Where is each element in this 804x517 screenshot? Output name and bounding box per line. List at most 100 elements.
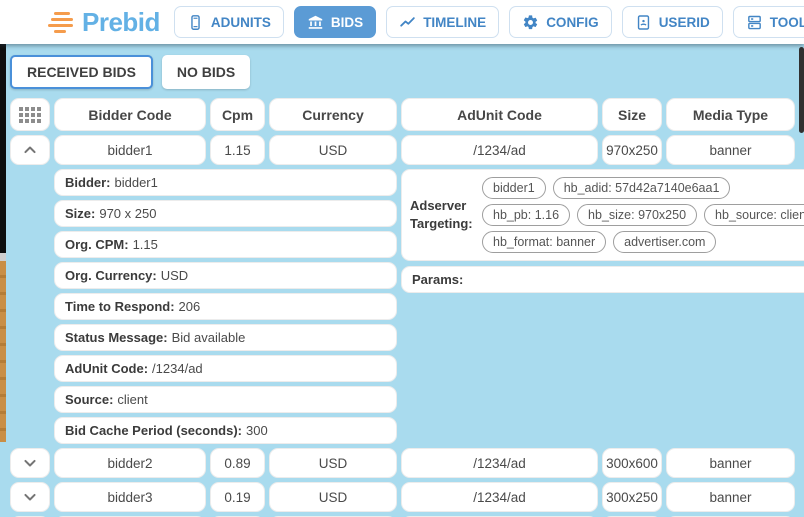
- detail-field-value: 300: [246, 423, 268, 438]
- detail-field: Time to Respond: 206: [54, 293, 397, 320]
- size-cell: 970x250: [602, 135, 662, 165]
- targeting-chip: hb_size: 970x250: [577, 204, 697, 226]
- currency-cell: USD: [269, 482, 397, 512]
- detail-field: Bidder: bidder1: [54, 169, 397, 196]
- detail-field-value: 970 x 250: [99, 206, 156, 221]
- targeting-chip: hb_format: banner: [482, 231, 606, 253]
- expand-toggle-button[interactable]: [10, 448, 50, 478]
- targeting-chip: hb_adid: 57d42a7140e6aa1: [553, 177, 731, 199]
- targeting-chip-row: hb_pb: 1.16 hb_size: 970x250 hb_source: cl…: [482, 204, 804, 226]
- bids-table: Bidder CodeCpmCurrencyAdUnit CodeSizeMed…: [10, 98, 795, 517]
- column-header: Cpm: [210, 98, 265, 131]
- targeting-chip: bidder1: [482, 177, 546, 199]
- size-cell: 300x600: [602, 448, 662, 478]
- detail-field: Source: client: [54, 386, 397, 413]
- detail-field-value: Bid available: [172, 330, 246, 345]
- stack-icon: [746, 14, 763, 31]
- cpm-cell: 0.89: [210, 448, 265, 478]
- expand-toggle-button[interactable]: [10, 482, 50, 512]
- received-bids-tab[interactable]: RECEIVED BIDS: [10, 55, 153, 89]
- column-header: AdUnit Code: [401, 98, 598, 131]
- nav-tab-label: ADUNITS: [211, 15, 271, 30]
- adunit-code-cell: /1234/ad: [401, 448, 598, 478]
- adunit-code-cell: /1234/ad: [401, 135, 598, 165]
- targeting-chip: advertiser.com: [613, 231, 716, 253]
- targeting-chip-row: bidder1 hb_adid: 57d42a7140e6aa1: [482, 177, 804, 199]
- media-type-cell: banner: [666, 135, 795, 165]
- adserver-targeting-label: Adserver Targeting:: [410, 197, 474, 232]
- detail-field-label: Org. Currency:: [65, 268, 157, 283]
- column-header: Bidder Code: [54, 98, 206, 131]
- detail-field: Size: 970 x 250: [54, 200, 397, 227]
- detail-field: Org. CPM: 1.15: [54, 231, 397, 258]
- nav-tab-label: TOOLS: [770, 15, 804, 30]
- nav-tab-label: TIMELINE: [423, 15, 486, 30]
- gear-icon: [522, 14, 539, 31]
- bid-row: bidder30.19USD/1234/ad300x250banner: [10, 482, 795, 512]
- detail-field-label: AdUnit Code:: [65, 361, 148, 376]
- adserver-targeting-box: Adserver Targeting: bidder1 hb_adid: 57d42…: [401, 169, 804, 261]
- bid-row: bidder11.15USD/1234/ad970x250banner: [10, 135, 795, 165]
- scrollbar-thumb[interactable]: [799, 47, 804, 133]
- params-box: Params:: [401, 266, 804, 293]
- targeting-chip: hb_source: client: [704, 204, 804, 226]
- bids-page: RECEIVED BIDS NO BIDS Bidder CodeCpmCurr…: [0, 44, 804, 517]
- bid-detail-fields: Bidder: bidder1 Size: 970 x 250 Org. CPM: 1.1…: [54, 169, 397, 444]
- detail-field-value: /1234/ad: [152, 361, 203, 376]
- smartphone-icon: [187, 14, 204, 31]
- nav-tabs: ADUNITS BIDS TIMELINE CONFIG USERID TOOLS: [174, 6, 804, 38]
- detail-field-value: bidder1: [115, 175, 158, 190]
- expand-toggle-button[interactable]: [10, 135, 50, 165]
- cpm-cell: 1.15: [210, 135, 265, 165]
- nav-tab-bids[interactable]: BIDS: [294, 6, 376, 38]
- column-manager-button[interactable]: [10, 98, 50, 131]
- detail-field: Org. Currency: USD: [54, 262, 397, 289]
- targeting-chip: hb_pb: 1.16: [482, 204, 570, 226]
- no-bids-tab[interactable]: NO BIDS: [162, 55, 250, 89]
- bidder-code-cell: bidder2: [54, 448, 206, 478]
- prebid-logo-text: Prebid: [82, 7, 160, 38]
- adunit-code-cell: /1234/ad: [401, 482, 598, 512]
- detail-field-label: Bidder:: [65, 175, 111, 190]
- nav-tab-userid[interactable]: USERID: [622, 6, 723, 38]
- grid-icon: [19, 107, 41, 123]
- prebid-logo-icon: [48, 12, 73, 33]
- detail-field-label: Time to Respond:: [65, 299, 175, 314]
- nav-tab-config[interactable]: CONFIG: [509, 6, 612, 38]
- currency-cell: USD: [269, 135, 397, 165]
- bid-filter-tabs: RECEIVED BIDS NO BIDS: [10, 55, 795, 89]
- currency-cell: USD: [269, 448, 397, 478]
- bank-icon: [307, 14, 324, 31]
- detail-field-value: client: [117, 392, 147, 407]
- detail-field-label: Size:: [65, 206, 95, 221]
- line-chart-icon: [399, 14, 416, 31]
- media-type-cell: banner: [666, 482, 795, 512]
- detail-field-value: USD: [161, 268, 188, 283]
- id-document-icon: [635, 14, 652, 31]
- bidder-code-cell: bidder3: [54, 482, 206, 512]
- detail-field-value: 206: [179, 299, 201, 314]
- nav-tab-label: USERID: [659, 15, 710, 30]
- bidder-code-cell: bidder1: [54, 135, 206, 165]
- detail-field-label: Org. CPM:: [65, 237, 129, 252]
- nav-tab-tools[interactable]: TOOLS: [733, 6, 804, 38]
- professor-prebid-popup: Prebid ADUNITS BIDS TIMELINE CONFIG USERID TO…: [0, 0, 804, 517]
- targeting-chip-row: hb_format: banner advertiser.com: [482, 231, 804, 253]
- detail-field-label: Bid Cache Period (seconds):: [65, 423, 242, 438]
- cpm-cell: 0.19: [210, 482, 265, 512]
- detail-field: AdUnit Code: /1234/ad: [54, 355, 397, 382]
- chevron-down-icon: [20, 487, 40, 507]
- detail-field-value: 1.15: [133, 237, 158, 252]
- bid-details-panel: Bidder: bidder1 Size: 970 x 250 Org. CPM: 1.1…: [54, 169, 795, 444]
- navbar: Prebid ADUNITS BIDS TIMELINE CONFIG USERID TO…: [0, 0, 804, 44]
- nav-tab-adunits[interactable]: ADUNITS: [174, 6, 284, 38]
- prebid-logo: Prebid: [48, 7, 160, 38]
- detail-field: Status Message:Bid available: [54, 324, 397, 351]
- column-header: Media Type: [666, 98, 795, 131]
- table-header-row: Bidder CodeCpmCurrencyAdUnit CodeSizeMed…: [10, 98, 795, 131]
- nav-tab-label: CONFIG: [546, 15, 599, 30]
- bid-row: bidder20.89USD/1234/ad300x600banner: [10, 448, 795, 478]
- bid-details-right-column: Adserver Targeting: bidder1 hb_adid: 57d42…: [401, 169, 804, 293]
- nav-tab-timeline[interactable]: TIMELINE: [386, 6, 499, 38]
- detail-field-label: Source:: [65, 392, 113, 407]
